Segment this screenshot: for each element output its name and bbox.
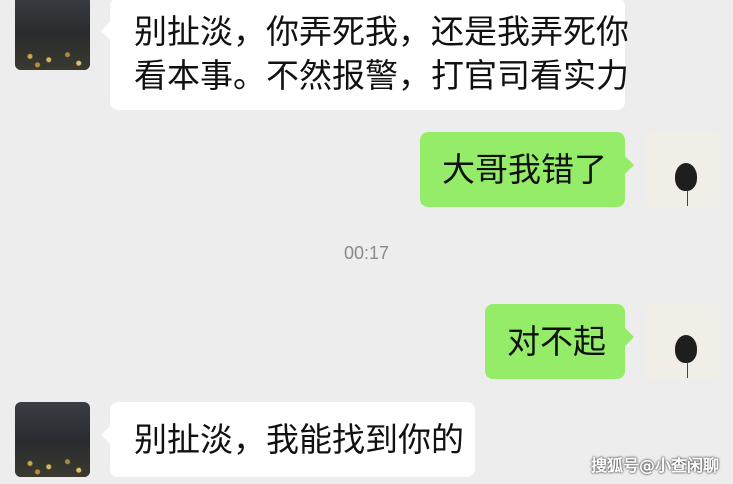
watermark: 搜狐号@小查闲聊 (590, 456, 719, 475)
message-bubble-incoming[interactable]: 别扯淡，我能找到你的 (101, 402, 475, 477)
message-text: 对不起 (507, 322, 606, 361)
message-text-line: 别扯淡，你弄死我，还是我弄死你 (134, 12, 629, 51)
contact-avatar[interactable] (15, 402, 90, 477)
message-bubble-outgoing[interactable]: 对不起 (485, 304, 634, 379)
message-text: 大哥我错了 (442, 150, 607, 189)
night-city-icon (15, 36, 90, 70)
night-city-icon (15, 443, 90, 477)
message-text-line: 看本事。不然报警，打官司看实力 (134, 56, 629, 95)
message-bubble-outgoing[interactable]: 大哥我错了 (420, 132, 634, 207)
contact-avatar[interactable] (15, 0, 90, 70)
doll-string-icon (687, 362, 688, 378)
doll-icon (675, 335, 697, 363)
self-avatar[interactable] (645, 132, 720, 207)
doll-string-icon (687, 190, 688, 206)
doll-icon (675, 163, 697, 191)
message-text: 别扯淡，我能找到你的 (134, 420, 464, 459)
self-avatar[interactable] (645, 304, 720, 379)
message-timestamp: 00:17 (343, 243, 390, 263)
message-bubble-incoming[interactable]: 别扯淡，你弄死我，还是我弄死你 看本事。不然报警，打官司看实力 (101, 0, 629, 110)
